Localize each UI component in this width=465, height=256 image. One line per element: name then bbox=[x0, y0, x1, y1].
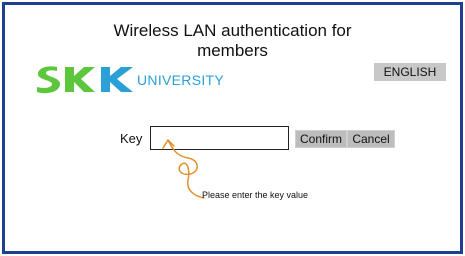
login-panel: Wireless LAN authentication for members … bbox=[2, 2, 463, 254]
university-logo bbox=[37, 66, 133, 94]
university-label: UNIVERSITY bbox=[137, 72, 225, 88]
logo-letter-k2 bbox=[101, 67, 133, 92]
page-title-line1: Wireless LAN authentication for bbox=[113, 21, 352, 40]
key-label: Key bbox=[120, 131, 143, 146]
logo-letter-k1 bbox=[65, 67, 95, 92]
page-title: Wireless LAN authentication for members bbox=[5, 21, 460, 61]
logo-letter-s bbox=[37, 66, 60, 94]
confirm-button[interactable]: Confirm bbox=[295, 130, 347, 148]
hint-text: Please enter the key value bbox=[202, 190, 309, 200]
cancel-button[interactable]: Cancel bbox=[347, 130, 395, 148]
page-title-line2: members bbox=[197, 41, 268, 60]
language-button[interactable]: ENGLISH bbox=[374, 63, 446, 81]
